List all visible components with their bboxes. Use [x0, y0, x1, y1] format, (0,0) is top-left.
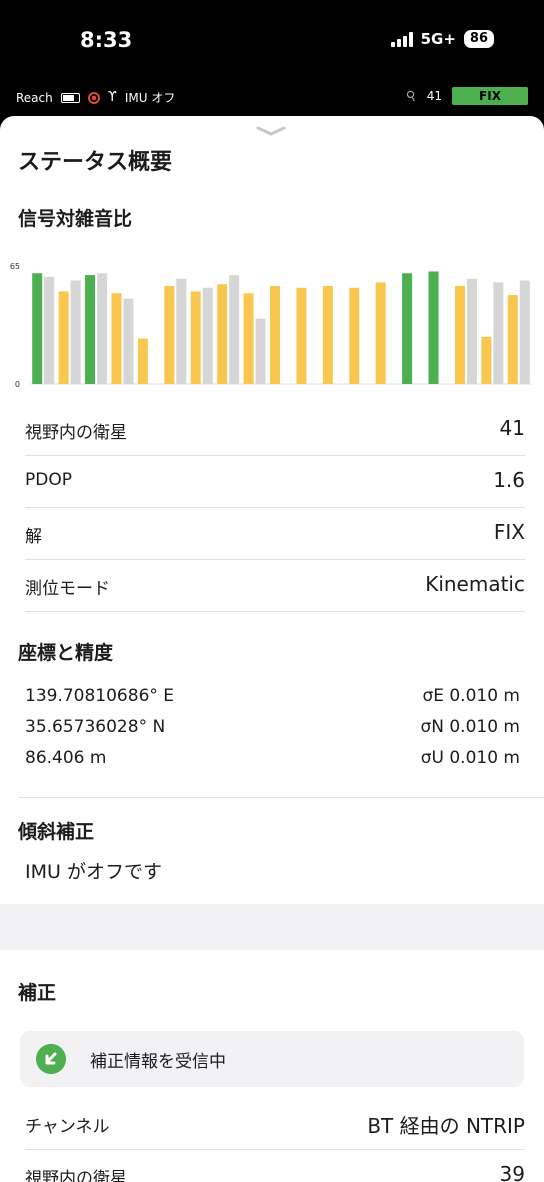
- satellite-icon: ⚲: [404, 87, 420, 105]
- cellular-signal-icon: [390, 31, 413, 47]
- status-sheet: ステータス概要 信号対雑音比 0 65 視野内の衛星 41 PDOP 1.6 解 …: [0, 116, 544, 1182]
- section-separator: [0, 904, 544, 950]
- snr-title: 信号対雑音比: [18, 208, 133, 230]
- battery-icon: 86: [463, 30, 494, 48]
- row-label: チャンネル: [25, 1117, 110, 1137]
- row-label: 測位モード: [25, 579, 110, 599]
- snr-bar-rover: [243, 293, 254, 384]
- snr-bar-base: [123, 298, 134, 384]
- snr-bar-base: [70, 280, 81, 384]
- snr-bar-base: [519, 280, 530, 384]
- corrections-status-text: 補正情報を受信中: [90, 1052, 226, 1072]
- status-indicators: 5G+ 86: [390, 30, 494, 48]
- status-bar: 8:33 5G+ 86: [0, 0, 544, 80]
- info-row-pdop: PDOP 1.6: [25, 456, 525, 508]
- solution-badge: FIX: [452, 87, 528, 105]
- antenna-icon: ϒ: [107, 90, 117, 105]
- satellite-count: 41: [426, 89, 442, 103]
- snr-bar-rover: [349, 287, 360, 384]
- coord-value: 35.65736028° N: [25, 717, 166, 737]
- row-label: 視野内の衛星: [25, 1169, 127, 1182]
- snr-bar-base: [202, 287, 213, 384]
- snr-bar-base: [97, 273, 108, 384]
- snr-bar-rover: [32, 273, 43, 384]
- coord-accuracy: σU 0.010 m: [420, 748, 520, 768]
- snr-bar-rover: [217, 284, 228, 384]
- snr-bar-rover: [507, 295, 518, 384]
- coord-row-longitude: 139.70810686° E σE 0.010 m: [25, 681, 520, 712]
- snr-bar-rover: [164, 285, 175, 384]
- snr-bar-rover: [454, 285, 465, 384]
- status-time: 8:33: [80, 28, 133, 52]
- coord-accuracy: σE 0.010 m: [422, 686, 520, 706]
- corrections-status-box: 補正情報を受信中: [20, 1031, 524, 1087]
- coord-value: 139.70810686° E: [25, 686, 175, 706]
- info-row-satellites: 視野内の衛星 41: [25, 404, 525, 456]
- row-value: 39: [499, 1162, 525, 1182]
- snr-bar-rover: [85, 275, 96, 384]
- snr-bar-base: [229, 275, 240, 384]
- row-value: 1.6: [493, 468, 525, 492]
- coord-row-latitude: 35.65736028° N σN 0.010 m: [25, 712, 520, 743]
- snr-bar-rover: [137, 338, 148, 384]
- incoming-arrow-icon: [36, 1044, 66, 1074]
- snr-bar-rover: [111, 293, 122, 384]
- snr-bar-base: [44, 276, 55, 384]
- row-value: 41: [499, 416, 525, 440]
- snr-bar-base: [176, 278, 187, 384]
- snr-bar-rover: [375, 282, 386, 384]
- y-tick-label: 0: [15, 380, 20, 389]
- snr-bar-base: [493, 282, 504, 384]
- tilt-status-text: IMU がオフです: [25, 861, 162, 883]
- receiver-status-bar[interactable]: Reach ϒ IMU オフ ⚲ 41 FIX: [0, 80, 544, 114]
- snr-bar-base: [466, 278, 477, 384]
- corrections-title: 補正: [18, 982, 57, 1004]
- divider: [18, 797, 544, 798]
- coords-block: 139.70810686° E σE 0.010 m 35.65736028° …: [25, 681, 520, 774]
- snr-bar-rover: [481, 336, 492, 384]
- snr-bar-base: [255, 318, 266, 384]
- snr-bar-rover: [428, 271, 439, 384]
- row-value: BT 経由の NTRIP: [367, 1114, 525, 1138]
- row-label: 解: [25, 527, 42, 547]
- recording-icon: [87, 91, 100, 104]
- coords-title: 座標と精度: [18, 642, 114, 664]
- row-value: FIX: [493, 520, 525, 544]
- info-row-positioning-mode: 測位モード Kinematic: [25, 560, 525, 612]
- device-name: Reach: [16, 90, 53, 105]
- coord-accuracy: σN 0.010 m: [420, 717, 520, 737]
- correction-row-channel: チャンネル BT 経由の NTRIP: [25, 1098, 525, 1150]
- info-row-solution: 解 FIX: [25, 508, 525, 560]
- snr-bar-rover: [58, 291, 69, 384]
- chevron-down-icon[interactable]: [256, 126, 286, 136]
- receiver-solution: ⚲ 41 FIX: [404, 87, 528, 105]
- page-title: ステータス概要: [18, 150, 173, 175]
- snr-bar-rover: [322, 285, 333, 384]
- coord-row-height: 86.406 m σU 0.010 m: [25, 743, 520, 774]
- snr-bar-rover: [270, 285, 280, 384]
- imu-status: IMU オフ: [124, 91, 176, 105]
- tilt-title: 傾斜補正: [18, 821, 95, 843]
- correction-row-satellites: 視野内の衛星 39: [25, 1150, 525, 1182]
- row-value: Kinematic: [425, 572, 525, 596]
- snr-chart: 0 65: [10, 262, 532, 389]
- snr-bar-rover: [190, 291, 201, 384]
- receiver-battery-icon: [60, 92, 80, 103]
- row-label: 視野内の衛星: [25, 423, 127, 443]
- receiver-info: Reach ϒ IMU オフ: [16, 89, 175, 106]
- snr-bar-rover: [402, 273, 413, 384]
- y-tick-label: 65: [10, 262, 20, 271]
- coord-value: 86.406 m: [25, 748, 107, 768]
- network-type: 5G+: [420, 30, 456, 48]
- snr-bar-rover: [296, 287, 307, 384]
- row-label: PDOP: [25, 470, 72, 490]
